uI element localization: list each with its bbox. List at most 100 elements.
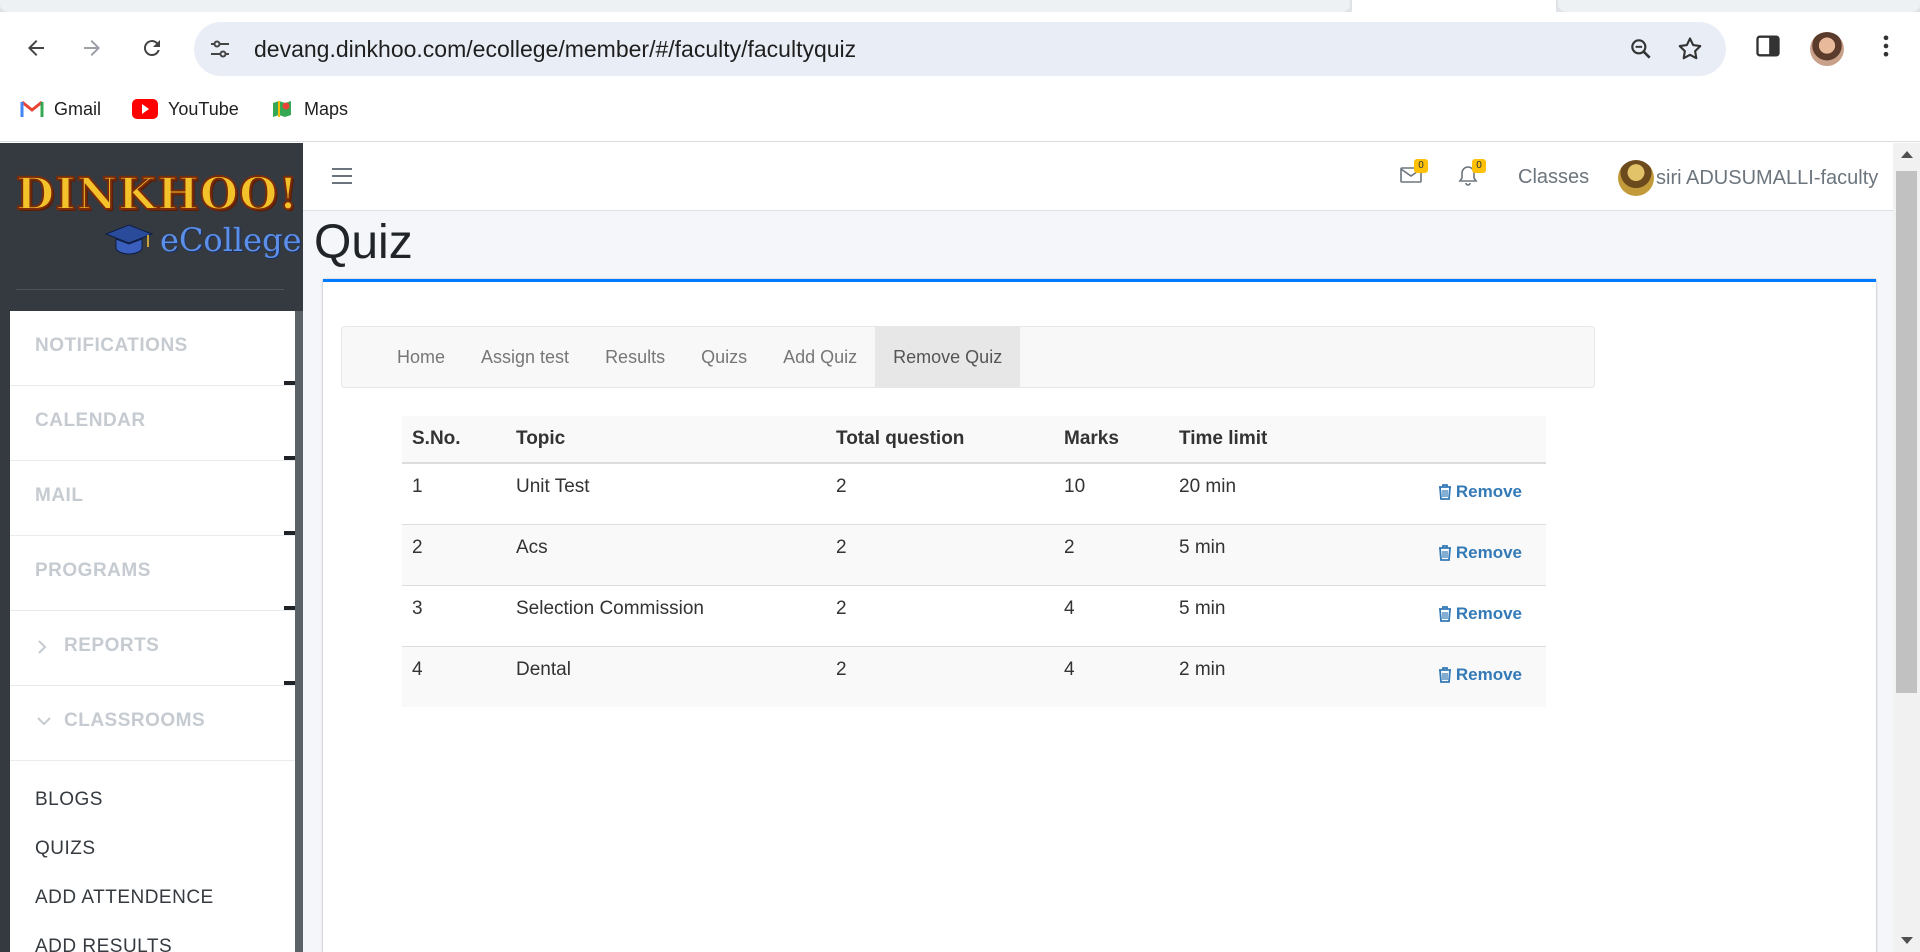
sidebar-menu: NOTIFICATIONS CALENDAR MAIL PROGRAMS REP… <box>10 311 295 952</box>
section-marker <box>284 381 295 385</box>
bookmark-gmail[interactable]: Gmail <box>20 86 101 132</box>
trash-icon <box>1438 484 1451 500</box>
chevron-down-icon <box>36 714 52 732</box>
classes-link[interactable]: Classes <box>1518 143 1589 211</box>
remove-button[interactable]: Remove <box>1438 604 1522 624</box>
cell-time-limit: 5 min <box>1169 584 1369 646</box>
user-avatar <box>1618 160 1654 196</box>
user-menu[interactable]: siri ADUSUMALLI-faculty <box>1618 160 1878 196</box>
section-marker <box>284 681 295 685</box>
scrollbar-thumb[interactable] <box>1896 171 1917 693</box>
logo-text: DINKHOO! <box>15 168 299 221</box>
page-scrollbar[interactable] <box>1893 143 1920 952</box>
table-row: 3 Selection Commission 2 4 5 min Remove <box>402 584 1546 646</box>
cell-action: Remove <box>1369 645 1546 707</box>
browser-active-tab[interactable] <box>1352 0 1556 12</box>
url-text[interactable]: devang.dinkhoo.com/ecollege/member/#/fac… <box>254 22 856 76</box>
tab-home[interactable]: Home <box>379 327 463 387</box>
cell-total-question: 2 <box>826 584 1054 646</box>
scroll-down-arrow[interactable] <box>1901 937 1913 944</box>
forward-button[interactable] <box>76 32 108 64</box>
column-header: Topic <box>506 416 826 464</box>
remove-button[interactable]: Remove <box>1438 482 1522 502</box>
tab-quizs[interactable]: Quizs <box>683 327 765 387</box>
cell-topic: Unit Test <box>506 462 826 524</box>
cell-sno: 2 <box>402 523 506 585</box>
tab-assign-test[interactable]: Assign test <box>463 327 587 387</box>
column-header: Total question <box>826 416 1054 464</box>
maps-icon <box>273 101 291 117</box>
browser-tab[interactable] <box>0 0 1350 12</box>
sidebar-scrollbar[interactable] <box>295 311 303 952</box>
notification-badge: 0 <box>1472 159 1486 173</box>
section-marker <box>284 531 295 535</box>
address-bar[interactable]: devang.dinkhoo.com/ecollege/member/#/fac… <box>194 22 1726 76</box>
bookmark-label: Maps <box>304 98 349 119</box>
quiz-subnav: Home Assign test Results Quizs Add Quiz … <box>341 326 1595 388</box>
cell-action: Remove <box>1369 523 1546 585</box>
section-marker <box>284 606 295 610</box>
column-header: Marks <box>1054 416 1169 464</box>
remove-button[interactable]: Remove <box>1438 665 1522 685</box>
quiz-card: Home Assign test Results Quizs Add Quiz … <box>323 279 1876 952</box>
bookmark-maps[interactable]: Maps <box>270 86 348 132</box>
cell-marks: 2 <box>1054 523 1169 585</box>
sidebar-section-notifications[interactable]: NOTIFICATIONS <box>10 311 295 386</box>
zoom-icon[interactable] <box>1628 36 1654 62</box>
cell-marks: 4 <box>1054 584 1169 646</box>
sidebar-section-reports[interactable]: REPORTS <box>10 611 295 686</box>
browser-tab[interactable] <box>1558 0 1920 12</box>
sidebar-item-add-results[interactable]: ADD RESULTS <box>10 922 295 952</box>
sidebar-item-blogs[interactable]: BLOGS <box>10 775 295 824</box>
tab-remove-quiz[interactable]: Remove Quiz <box>875 327 1021 387</box>
remove-button[interactable]: Remove <box>1438 543 1522 563</box>
cell-action: Remove <box>1369 584 1546 646</box>
trash-icon <box>1438 544 1451 561</box>
side-panel-icon[interactable] <box>1754 32 1782 60</box>
sidebar-section-mail[interactable]: MAIL <box>10 461 295 536</box>
site-info-icon[interactable] <box>208 37 232 61</box>
brand-logo[interactable]: DINKHOO! eCollege <box>15 168 302 269</box>
column-header: Time limit <box>1169 416 1369 464</box>
bookmark-youtube[interactable]: YouTube <box>132 86 239 132</box>
sidebar-section-programs[interactable]: PROGRAMS <box>10 536 295 611</box>
sidebar-section-calendar[interactable]: CALENDAR <box>10 386 295 461</box>
scroll-up-arrow[interactable] <box>1901 151 1913 158</box>
remove-label: Remove <box>1455 664 1522 684</box>
bookmark-label: Gmail <box>54 98 102 119</box>
remove-label: Remove <box>1455 482 1522 501</box>
mail-button[interactable]: 0 <box>1400 159 1428 190</box>
cell-topic: Acs <box>506 523 826 585</box>
cell-sno: 1 <box>402 462 506 524</box>
mail-badge: 0 <box>1414 159 1428 173</box>
sidebar-section-classrooms[interactable]: CLASSROOMS <box>10 686 295 761</box>
tab-add-quiz[interactable]: Add Quiz <box>765 327 875 387</box>
sidebar-section-label: CALENDAR <box>35 410 146 431</box>
more-menu-icon[interactable] <box>1872 32 1900 60</box>
notifications-button[interactable]: 0 <box>1458 159 1486 192</box>
trash-icon <box>1438 666 1451 683</box>
remove-label: Remove <box>1455 542 1522 562</box>
cell-time-limit: 5 min <box>1169 523 1369 585</box>
column-header <box>1369 416 1546 464</box>
profile-avatar[interactable] <box>1810 32 1844 66</box>
sidebar-section-label: MAIL <box>35 485 84 506</box>
table-row: 2 Acs 2 2 5 min Remove <box>402 523 1546 585</box>
column-header: S.No. <box>402 416 506 464</box>
cell-total-question: 2 <box>826 523 1054 585</box>
bookmark-star-icon[interactable] <box>1676 35 1704 63</box>
cell-marks: 10 <box>1054 462 1169 524</box>
sidebar-item-add-attendence[interactable]: ADD ATTENDENCE <box>10 873 295 922</box>
reload-button[interactable] <box>136 32 168 64</box>
sidebar-section-label: NOTIFICATIONS <box>35 335 188 356</box>
tab-results[interactable]: Results <box>587 327 683 387</box>
menu-toggle-icon[interactable] <box>329 163 355 189</box>
back-button[interactable] <box>20 32 52 64</box>
graduation-cap-icon <box>104 224 154 255</box>
bookmarks-bar: Gmail YouTube Maps <box>0 86 1920 142</box>
sidebar-section-label: PROGRAMS <box>35 560 151 581</box>
cell-total-question: 2 <box>826 462 1054 524</box>
menu-spacer <box>10 761 295 775</box>
sidebar-item-quizs[interactable]: QUIZS <box>10 824 295 873</box>
reload-icon <box>143 40 160 57</box>
